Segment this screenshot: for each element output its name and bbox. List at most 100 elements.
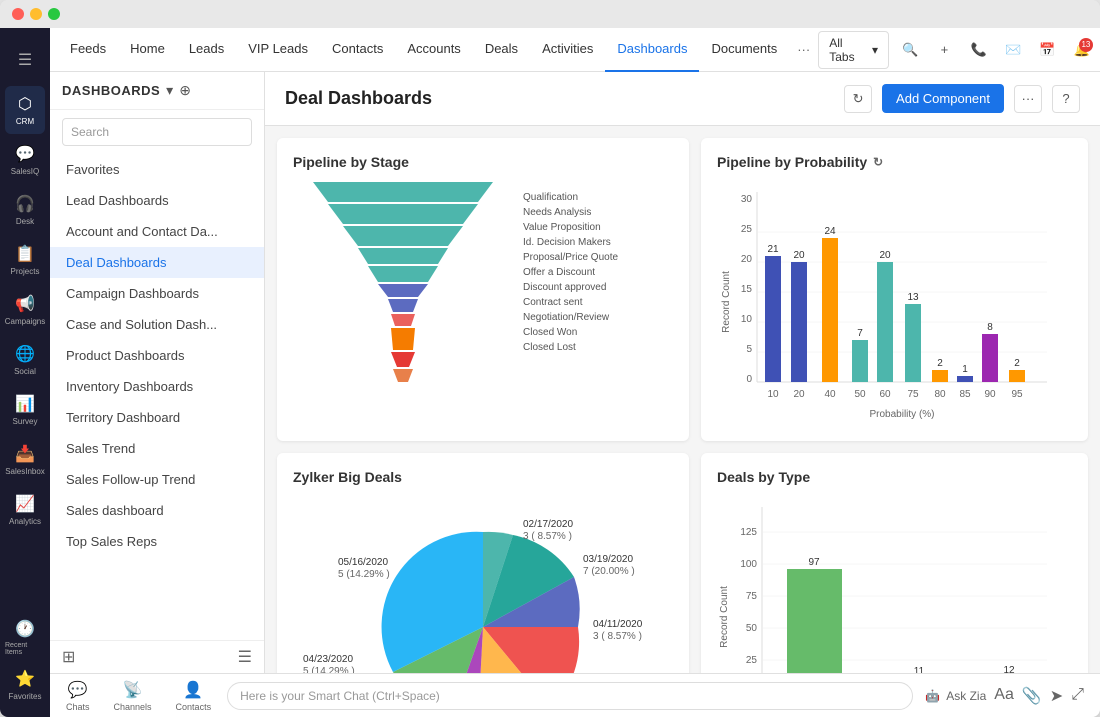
nav-item-contacts[interactable]: Contacts (320, 28, 395, 72)
svg-text:20: 20 (793, 389, 805, 400)
nav-favorites[interactable]: Favorites (50, 154, 264, 185)
svg-text:75: 75 (907, 389, 919, 400)
analytics-label: Analytics (9, 517, 41, 526)
sidebar-item-analytics[interactable]: 📈 Analytics (5, 486, 45, 534)
zylker-big-deals-title: Zylker Big Deals (293, 469, 673, 485)
nav-deal-dashboards[interactable]: Deal Dashboards (50, 247, 264, 278)
nav-sales-followup[interactable]: Sales Follow-up Trend (50, 464, 264, 495)
funnel-labels: Qualification Needs Analysis Value Propo… (523, 182, 673, 355)
send-icon[interactable]: ➤ (1050, 686, 1063, 706)
smart-chat-placeholder: Here is your Smart Chat (Ctrl+Space) (240, 689, 440, 703)
chevron-down-icon[interactable]: ▾ (166, 82, 173, 99)
bottom-nav-chats[interactable]: 💬 Chats (66, 680, 90, 712)
dashboard-search-input[interactable] (62, 118, 252, 146)
add-button[interactable]: + (931, 36, 957, 64)
sidebar-item-menu[interactable]: ☰ (5, 36, 45, 84)
smart-chat-input[interactable]: Here is your Smart Chat (Ctrl+Space) (227, 682, 913, 710)
dashboard-sidebar-title: DASHBOARDS (62, 83, 160, 98)
sidebar-item-desk[interactable]: 🎧 Desk (5, 186, 45, 234)
nav-account-contact[interactable]: Account and Contact Da... (50, 216, 264, 247)
bottom-nav-channels[interactable]: 📡 Channels (114, 680, 152, 712)
svg-text:3 ( 8.57% ): 3 ( 8.57% ) (523, 531, 572, 542)
nav-sales-trend[interactable]: Sales Trend (50, 433, 264, 464)
minimize-button[interactable] (30, 8, 42, 20)
nav-item-feeds[interactable]: Feeds (58, 28, 118, 72)
pipeline-by-probability-card: Pipeline by Probability ↻ 0 5 10 15 (701, 138, 1088, 441)
maximize-button[interactable] (48, 8, 60, 20)
sidebar-item-recent[interactable]: 🕐 Recent Items (5, 613, 45, 661)
expand-icon[interactable]: ⤢ (1071, 686, 1084, 706)
sidebar-item-crm[interactable]: ⬡ CRM (5, 86, 45, 134)
email-button[interactable]: ✉️ (1000, 36, 1026, 64)
search-button[interactable]: 🔍 (897, 36, 923, 64)
funnel-label-closed-lost: Closed Lost (523, 342, 673, 353)
sidebar-item-salesiq[interactable]: 💬 SalesIQ (5, 136, 45, 184)
ellipsis-icon: ··· (1022, 91, 1035, 106)
add-dashboard-icon[interactable]: ⊕ (179, 82, 191, 99)
charts-grid: Pipeline by Stage (265, 126, 1100, 673)
layout-icon[interactable]: ⊞ (62, 647, 75, 667)
more-options-button[interactable]: ··· (1014, 85, 1042, 113)
zia-icon: 🤖 (925, 689, 940, 703)
svg-text:05/16/2020: 05/16/2020 (338, 557, 388, 568)
svg-text:3 ( 8.57% ): 3 ( 8.57% ) (593, 631, 642, 642)
bottom-nav-contacts[interactable]: 👤 Contacts (176, 680, 212, 712)
nav-item-accounts[interactable]: Accounts (395, 28, 472, 72)
nav-more-button[interactable]: ··· (789, 42, 818, 57)
notifications-button[interactable]: 🔔 13 (1069, 36, 1095, 64)
nav-campaign-dashboards[interactable]: Campaign Dashboards (50, 278, 264, 309)
funnel-label-proposal: Proposal/Price Quote (523, 252, 673, 263)
svg-text:50: 50 (746, 623, 758, 634)
salesiq-label: SalesIQ (11, 167, 39, 176)
chats-label: Chats (66, 702, 90, 712)
campaigns-label: Campaigns (5, 317, 45, 326)
nav-inventory-dashboards[interactable]: Inventory Dashboards (50, 371, 264, 402)
nav-item-documents[interactable]: Documents (699, 28, 789, 72)
sidebar-item-campaigns[interactable]: 📢 Campaigns (5, 286, 45, 334)
svg-text:11: 11 (914, 666, 925, 673)
funnel-label-decision: Id. Decision Makers (523, 237, 673, 248)
svg-text:40: 40 (824, 389, 836, 400)
pipeline-by-stage-title: Pipeline by Stage (293, 154, 673, 170)
deals-by-type-svg: 0 25 50 75 100 125 (717, 497, 1057, 673)
menu-icon: ☰ (18, 50, 32, 70)
favorites-label: Favorites (9, 692, 42, 701)
close-button[interactable] (12, 8, 24, 20)
nav-item-dashboards[interactable]: Dashboards (605, 28, 699, 72)
sidebar-item-projects[interactable]: 📋 Projects (5, 236, 45, 284)
chats-icon: 💬 (68, 680, 88, 700)
nav-case-solution[interactable]: Case and Solution Dash... (50, 309, 264, 340)
nav-product-dashboards[interactable]: Product Dashboards (50, 340, 264, 371)
attachment-icon[interactable]: 📎 (1022, 686, 1042, 706)
svg-text:24: 24 (824, 226, 836, 237)
probability-chart-svg: 0 5 10 15 20 25 30 (717, 182, 1057, 422)
nav-sales-dashboard[interactable]: Sales dashboard (50, 495, 264, 526)
list-icon[interactable]: ☰ (238, 647, 252, 667)
sidebar-item-favorites[interactable]: ⭐ Favorites (5, 661, 45, 709)
campaigns-icon: 📢 (15, 294, 35, 314)
nav-territory-dashboard[interactable]: Territory Dashboard (50, 402, 264, 433)
sidebar-item-salesinbox[interactable]: 📥 SalesInbox (5, 436, 45, 484)
email-icon: ✉️ (1005, 42, 1021, 58)
funnel-svg (293, 182, 513, 422)
nav-item-leads[interactable]: Leads (177, 28, 236, 72)
help-button[interactable]: ? (1052, 85, 1080, 113)
nav-item-activities[interactable]: Activities (530, 28, 605, 72)
text-icon[interactable]: Aa (994, 686, 1014, 706)
refresh-icon-small[interactable]: ↻ (873, 155, 883, 169)
sidebar-item-social[interactable]: 🌐 Social (5, 336, 45, 384)
nav-top-sales-reps[interactable]: Top Sales Reps (50, 526, 264, 557)
channels-label: Channels (114, 702, 152, 712)
nav-item-vip-leads[interactable]: VIP Leads (236, 28, 320, 72)
nav-item-deals[interactable]: Deals (473, 28, 530, 72)
calls-button[interactable]: 📞 (966, 36, 992, 64)
sidebar-item-survey[interactable]: 📊 Survey (5, 386, 45, 434)
ask-zia-button[interactable]: 🤖 Ask Zia (925, 689, 986, 703)
add-component-button[interactable]: Add Component (882, 84, 1004, 113)
all-tabs-button[interactable]: All Tabs ▾ (818, 31, 889, 69)
nav-lead-dashboards[interactable]: Lead Dashboards (50, 185, 264, 216)
app-window: ☰ ⬡ CRM 💬 SalesIQ 🎧 Desk 📋 Projects 📢 Ca… (0, 0, 1100, 717)
calendar-button[interactable]: 📅 (1034, 36, 1060, 64)
refresh-button[interactable]: ↻ (844, 85, 872, 113)
nav-item-home[interactable]: Home (118, 28, 177, 72)
